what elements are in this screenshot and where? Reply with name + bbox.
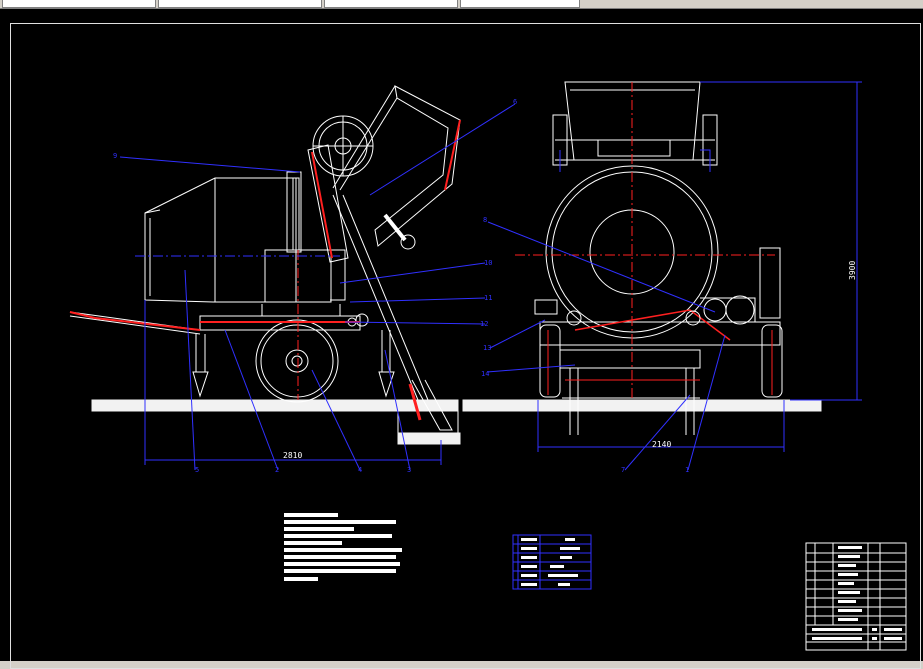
side-view-leaders — [119, 103, 516, 471]
cad-drawing-canvas[interactable]: 2810 9 6 10 11 12 5 2 4 3 2140 3900 8 13… — [0, 9, 923, 669]
title-block — [805, 542, 907, 651]
front-view — [462, 81, 822, 435]
balloon-12: 12 — [480, 320, 488, 328]
parameter-table — [512, 534, 592, 590]
motor — [725, 295, 755, 325]
front-wheel-left — [539, 324, 561, 398]
mixer-drawing: 2810 9 6 10 11 12 5 2 4 3 2140 3900 8 13… — [69, 81, 907, 651]
balloon-8: 8 — [483, 216, 487, 224]
height-dimension: 3900 — [848, 261, 857, 280]
drawing-tab-2[interactable] — [158, 0, 322, 8]
balloon-14: 14 — [481, 370, 489, 378]
drum-outline — [144, 177, 297, 303]
balloon-6: 6 — [513, 98, 517, 106]
pit-slab — [397, 432, 461, 445]
balloon-11: 11 — [484, 294, 492, 302]
drawing-tab-4[interactable] — [460, 0, 580, 8]
ground-slab-left — [91, 399, 459, 412]
width-dimension-right: 2140 — [652, 440, 671, 449]
front-hopper-band — [597, 139, 671, 157]
front-view-dimensions — [537, 81, 862, 452]
ground-slab-right — [462, 399, 822, 412]
balloon-7: 7 — [621, 466, 625, 474]
balloon-4: 4 — [358, 466, 362, 474]
hopper-skip — [374, 85, 461, 247]
width-dimension-left: 2810 — [283, 451, 302, 460]
wheel-tire — [255, 319, 339, 403]
balloon-2: 2 — [275, 466, 279, 474]
front-view-leaders — [486, 221, 726, 471]
balloon-5: 5 — [195, 466, 199, 474]
drawing-tab-3[interactable] — [324, 0, 458, 8]
technical-notes — [284, 513, 402, 581]
window-tab-bar — [0, 0, 923, 9]
balloon-1: 1 — [685, 466, 689, 474]
balloon-3: 3 — [407, 466, 411, 474]
balloon-9: 9 — [113, 152, 117, 160]
right-side-post — [759, 247, 781, 319]
balloon-10: 10 — [484, 259, 492, 267]
drawing-tab-1[interactable] — [2, 0, 156, 8]
wheel-hub — [285, 349, 309, 373]
balloon-13: 13 — [483, 344, 491, 352]
side-view — [69, 85, 461, 445]
support-leg-left — [192, 334, 209, 398]
support-leg-right — [378, 330, 395, 398]
